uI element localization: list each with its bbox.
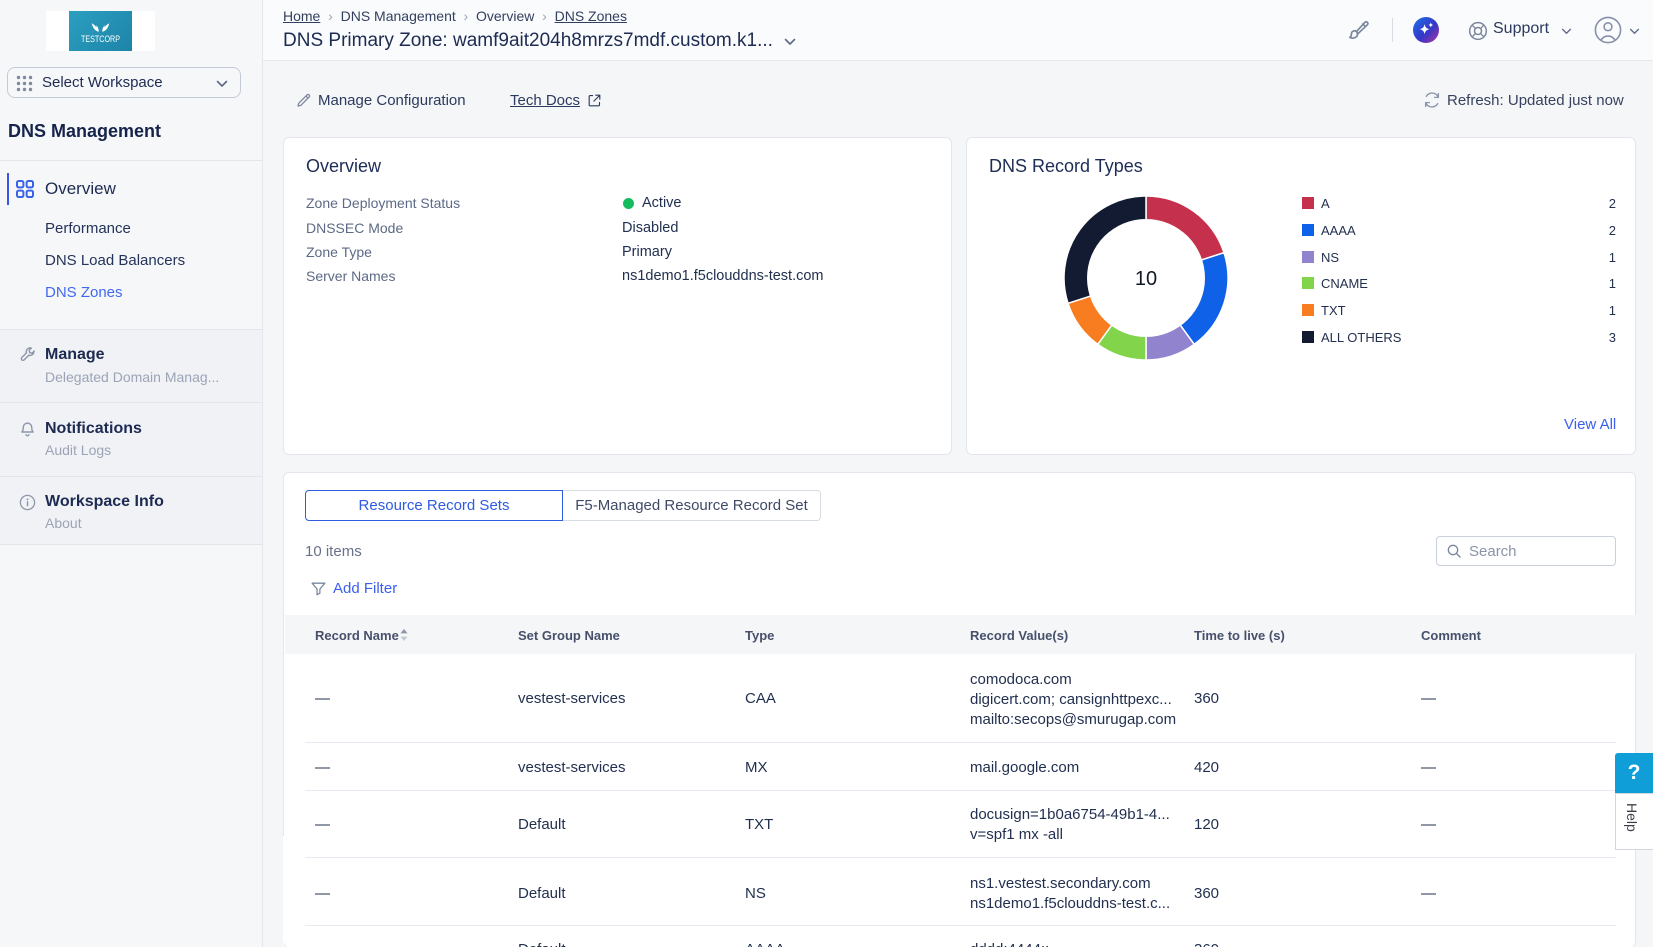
svg-text:TESTCORP: TESTCORP xyxy=(81,34,120,45)
svg-text:10: 10 xyxy=(1135,268,1157,290)
